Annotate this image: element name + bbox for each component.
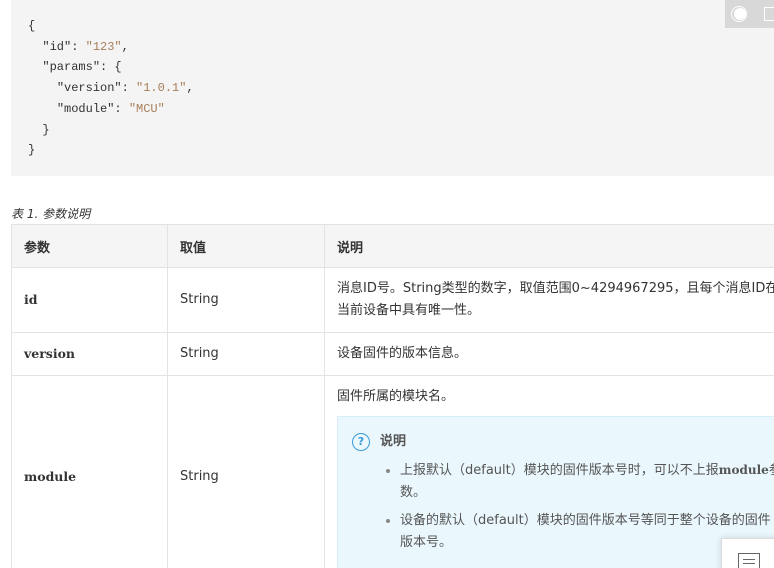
code-line: "params": {: [42, 60, 122, 75]
param-cell: module: [11, 375, 168, 568]
table-row: version String 设备固件的版本信息。: [11, 332, 774, 376]
param-cell: id: [11, 267, 168, 333]
note-item: 上报默认（default）模块的固件版本号时，可以不上报module参数。: [400, 459, 774, 504]
toc-widget[interactable]: [721, 538, 774, 568]
header-value: 取值: [167, 224, 325, 268]
note-title: 说明: [380, 434, 407, 449]
note-keyword: module: [718, 463, 769, 477]
table-row: module String 固件所属的模块名。 ? 说明 上报默认（defaul…: [11, 375, 774, 568]
page: { "id": "123", "params": { "version": "1…: [0, 0, 774, 568]
desc-cell: 固件所属的模块名。 ? 说明 上报默认（default）模块的固件版本号时，可以…: [324, 375, 774, 568]
note-item: 设备的默认（default）模块的固件版本号等同于整个设备的固件版本号。: [400, 510, 774, 554]
question-icon: ?: [352, 433, 370, 451]
table-header-row: 参数 取值 说明: [11, 224, 774, 268]
desc-cell: 消息ID号。String类型的数字，取值范围0~4294967295，且每个消息…: [324, 267, 774, 333]
value-cell: String: [167, 332, 325, 376]
header-desc: 说明: [324, 224, 774, 268]
theme-toggle-icon[interactable]: [730, 5, 748, 23]
code-line: "version": "1.0.1",: [56, 81, 194, 96]
note-list: 上报默认（default）模块的固件版本号时，可以不上报module参数。 设备…: [352, 459, 774, 554]
code-line: {: [28, 19, 36, 33]
code-line: }: [28, 143, 36, 158]
desc-cell: 设备固件的版本信息。: [324, 332, 774, 376]
note-box: ? 说明 上报默认（default）模块的固件版本号时，可以不上报module参…: [337, 416, 774, 568]
code-toolbar: [725, 0, 774, 28]
copy-icon[interactable]: [762, 5, 774, 23]
header-param: 参数: [11, 224, 168, 268]
table-row: id String 消息ID号。String类型的数字，取值范围0~429496…: [11, 267, 774, 333]
param-table: 参数 取值 说明 id String 消息ID号。String类型的数字，取值范…: [11, 224, 774, 568]
desc-text: 固件所属的模块名。: [337, 389, 455, 404]
value-cell: String: [167, 375, 325, 568]
code-line: "module": "MCU": [56, 101, 165, 116]
code-block: { "id": "123", "params": { "version": "1…: [11, 0, 774, 176]
table-caption: 表 1. 参数说明: [11, 207, 91, 221]
list-icon[interactable]: [738, 553, 760, 568]
value-cell: String: [167, 267, 325, 333]
note-header: ? 说明: [352, 431, 774, 453]
code-line: "id": "123",: [42, 39, 129, 54]
param-cell: version: [11, 332, 168, 376]
code-line: }: [42, 122, 50, 137]
